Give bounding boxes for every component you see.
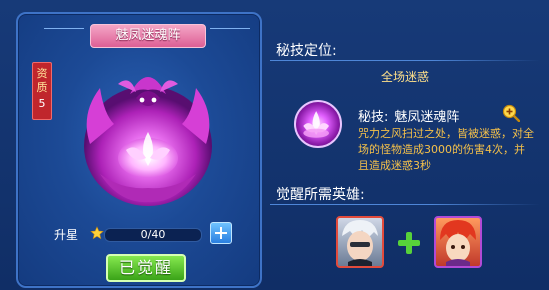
star-icon <box>90 226 104 240</box>
hero-card-red-hair[interactable] <box>434 216 482 268</box>
green-plus-icon <box>398 232 420 254</box>
skill-prefix: 秘技: <box>358 110 389 125</box>
skill-title: 秘技: 魅凤迷魂阵 <box>358 106 459 125</box>
hero-red-hair-portrait <box>440 220 476 266</box>
star-progress-bar: 0/40 <box>104 228 202 242</box>
magnify-plus-icon[interactable] <box>502 104 520 122</box>
lotus-graphic <box>303 111 329 138</box>
positioning-title: 秘技定位: <box>276 43 337 59</box>
skill-description: 咒力之风扫过之处，皆被迷惑，对全场的怪物造成3000的伤害4次，并且造成迷惑3秒 <box>358 127 534 172</box>
phoenix-artifact-image <box>84 77 212 206</box>
banner-decoration-left <box>44 28 84 43</box>
skill-info-panel: 秘技定位: 全场迷惑 秘技: 魅凤迷魂阵 咒力之风扫过之处，皆被迷惑，对全场的怪物… <box>270 28 544 280</box>
hero-card-white-hair[interactable] <box>336 216 384 268</box>
awakening-screen: 魅凤迷魂阵 资质 5 升星 0/40 已觉醒 秘技定位: 全场迷惑 秘技: 魅凤… <box>0 0 549 290</box>
hero-white-hair-portrait <box>342 220 378 266</box>
awakened-button[interactable]: 已觉醒 <box>106 254 186 282</box>
quality-value: 5 <box>38 97 46 110</box>
quality-badge: 资质 5 <box>32 62 52 120</box>
star-up-label: 升星 <box>54 228 79 242</box>
skill-name: 魅凤迷魂阵 <box>394 110 460 125</box>
artifact-title: 魅凤迷魂阵 <box>90 24 206 48</box>
banner-decoration-right <box>210 28 250 43</box>
divider-2 <box>270 204 540 205</box>
divider-1 <box>270 60 540 61</box>
artifact-panel: 魅凤迷魂阵 资质 5 升星 0/40 已觉醒 <box>16 12 262 288</box>
required-heroes-title: 觉醒所需英雄: <box>276 187 365 203</box>
positioning-value: 全场迷惑 <box>380 70 429 84</box>
skill-lotus-icon[interactable] <box>294 100 342 148</box>
add-star-button[interactable] <box>210 222 232 244</box>
star-progress-text: 0/40 <box>140 228 166 241</box>
quality-label: 资质 <box>36 67 48 94</box>
